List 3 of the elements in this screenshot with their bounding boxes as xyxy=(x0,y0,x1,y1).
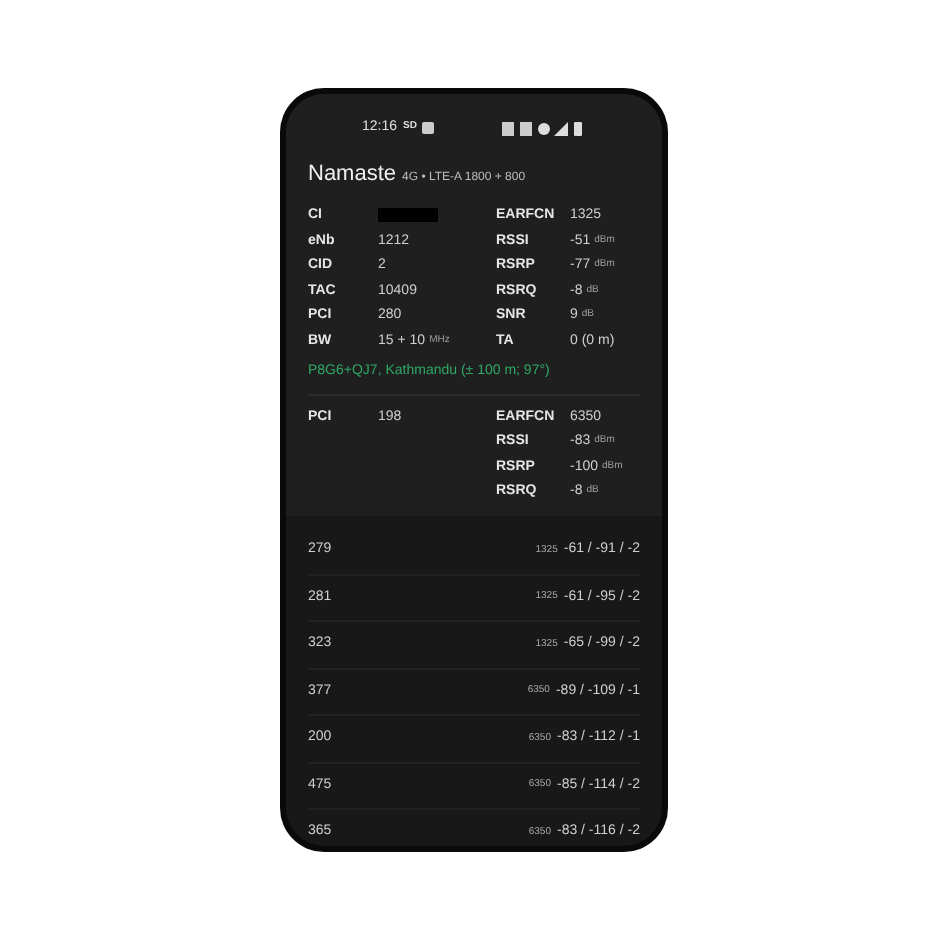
status-icons-drawing xyxy=(502,121,586,135)
image-icon xyxy=(422,122,435,134)
network-name: Namaste xyxy=(308,160,397,190)
